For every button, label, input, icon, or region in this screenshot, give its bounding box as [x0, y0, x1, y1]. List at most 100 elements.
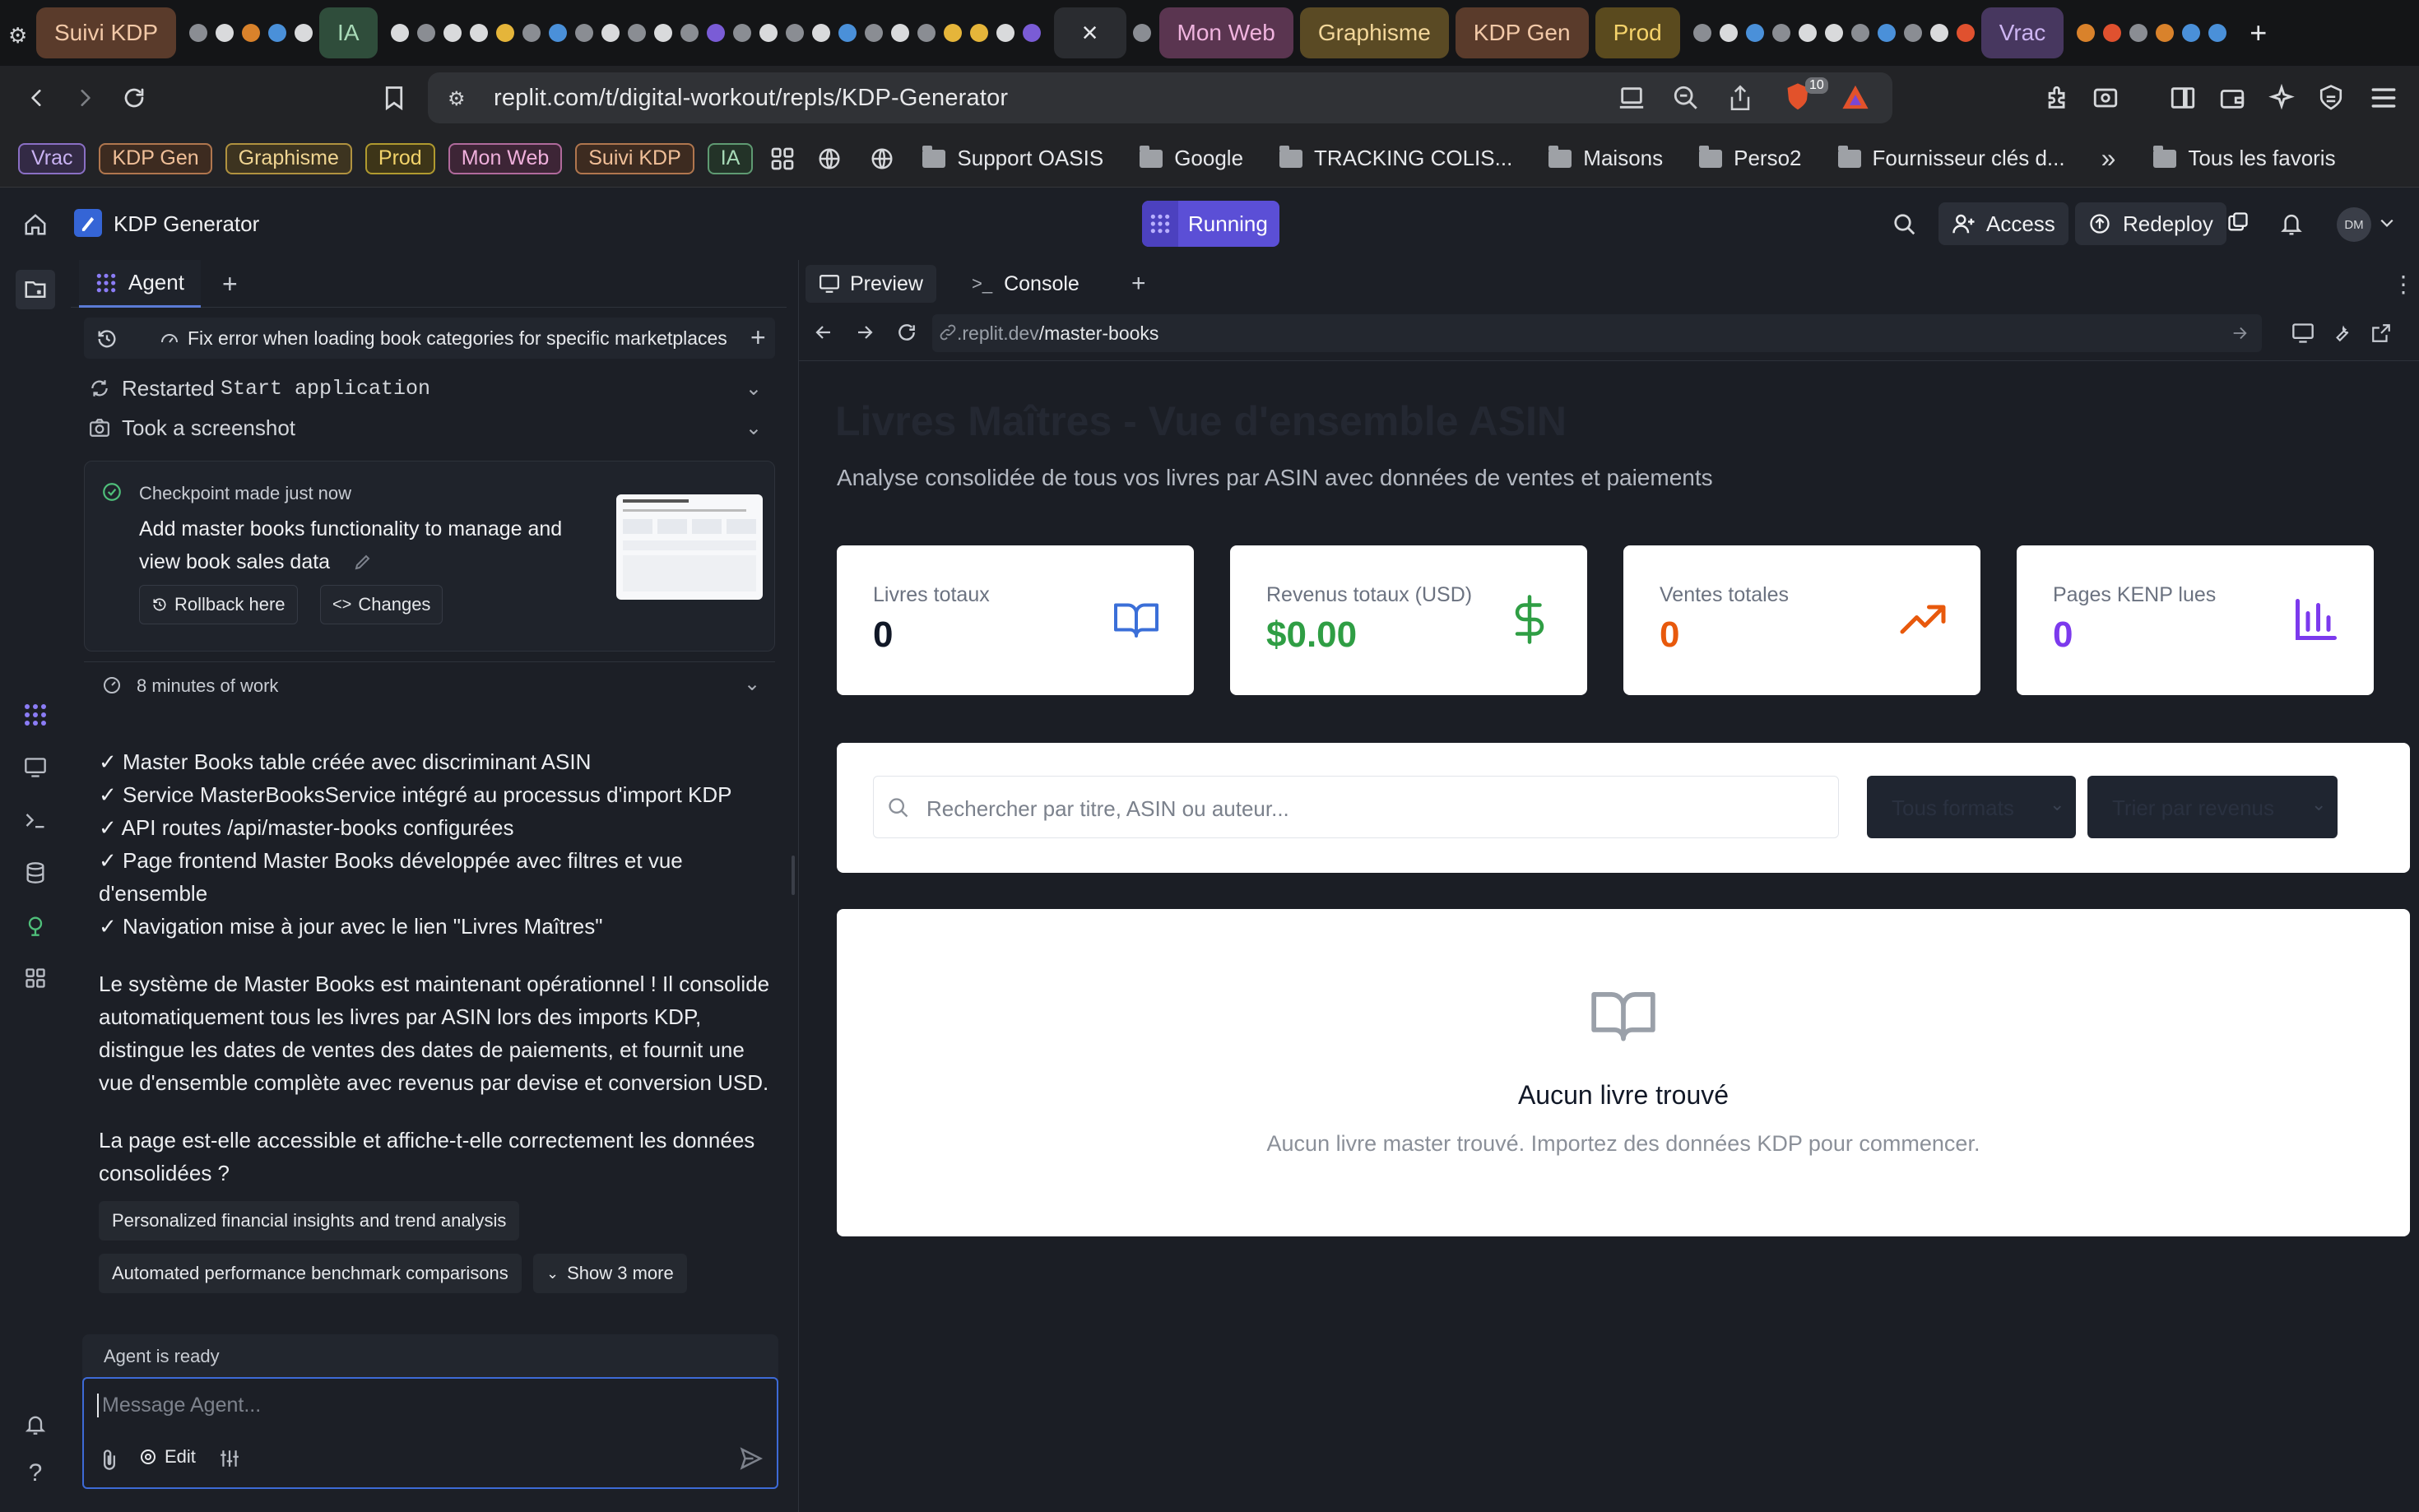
tab-favicon-icon[interactable] — [890, 24, 909, 42]
agent-icon[interactable] — [20, 699, 51, 730]
forward-icon[interactable] — [66, 79, 104, 117]
address-bar[interactable]: ⚙ replit.com/t/digital-workout/repls/KDP… — [428, 72, 1892, 123]
home-icon[interactable] — [23, 212, 48, 237]
bookmark-group-kdp-gen[interactable]: KDP Gen — [99, 142, 212, 174]
bookmark-folder[interactable]: Perso2 — [1699, 145, 1802, 171]
suggestion-chip[interactable]: Personalized financial insights and tren… — [99, 1201, 520, 1241]
tab-favicon-icon[interactable] — [732, 24, 751, 42]
tab-group-graphisme[interactable]: Graphisme — [1299, 7, 1449, 58]
tab-group-kdp-gen[interactable]: KDP Gen — [1455, 7, 1589, 58]
tab-favicon-icon[interactable] — [1877, 24, 1896, 42]
tab-favicon-icon[interactable] — [1132, 24, 1151, 42]
chevron-down-icon[interactable]: ⌄ — [744, 672, 760, 696]
tab-favicon-icon[interactable] — [390, 24, 409, 42]
wallet-icon[interactable] — [2213, 79, 2251, 117]
tab-favicon-icon[interactable] — [1692, 24, 1711, 42]
bookmark-folder[interactable]: Maisons — [1548, 145, 1663, 171]
menu-icon[interactable] — [2365, 79, 2403, 117]
sort-filter-select[interactable]: Trier par revenus ⌄ — [2087, 776, 2338, 838]
apps-grid-icon[interactable] — [769, 146, 796, 172]
tab-favicon-icon[interactable] — [1798, 24, 1817, 42]
chevron-down-icon[interactable]: ⌄ — [745, 416, 762, 440]
bookmark-group-mon-web[interactable]: Mon Web — [448, 142, 563, 174]
add-tab-button[interactable]: + — [1118, 265, 1159, 303]
globe-icon[interactable] — [817, 146, 842, 171]
tab-group-ia[interactable]: IA — [319, 7, 378, 58]
bookmark-group-ia[interactable]: IA — [707, 142, 754, 174]
tab-favicon-icon[interactable] — [601, 24, 620, 42]
send-icon[interactable] — [739, 1446, 764, 1471]
run-status-button[interactable]: Running — [1142, 201, 1279, 247]
go-arrow-icon[interactable] — [2231, 324, 2249, 342]
tab-group-mon-web[interactable]: Mon Web — [1158, 7, 1293, 58]
deployment-window-icon[interactable] — [2226, 211, 2250, 234]
close-tab-button[interactable]: × — [1053, 7, 1126, 58]
tab-group-suivi-kdp[interactable]: Suivi KDP — [36, 7, 177, 58]
tab-favicon-icon[interactable] — [864, 24, 883, 42]
tab-favicon-icon[interactable] — [574, 24, 593, 42]
close-icon[interactable]: × — [1082, 17, 1098, 49]
more-bookmarks-button[interactable]: » — [2101, 143, 2116, 174]
all-tools-icon[interactable] — [20, 962, 51, 994]
tab-favicon-icon[interactable] — [627, 24, 646, 42]
reload-icon[interactable] — [115, 79, 153, 117]
project-icon[interactable] — [74, 209, 102, 237]
alerts-icon[interactable] — [20, 1408, 51, 1440]
bookmark-folder[interactable]: Support OASIS — [922, 145, 1103, 171]
redeploy-button[interactable]: Redeploy — [2075, 202, 2226, 245]
tab-favicon-icon[interactable] — [838, 24, 857, 42]
chevron-down-icon[interactable]: ⌄ — [745, 377, 762, 401]
search-icon[interactable] — [1892, 212, 1917, 237]
share-icon[interactable] — [1728, 84, 1753, 112]
tab-favicon-icon[interactable] — [2182, 24, 2201, 42]
bookmark-group-graphisme[interactable]: Graphisme — [225, 142, 352, 174]
tab-favicon-icon[interactable] — [469, 24, 488, 42]
tab-favicon-icon[interactable] — [811, 24, 830, 42]
back-icon[interactable] — [814, 322, 833, 342]
preview-icon[interactable] — [20, 752, 51, 783]
brave-rewards-icon[interactable] — [1841, 84, 1869, 110]
reload-icon[interactable] — [896, 322, 917, 343]
tab-favicon-icon[interactable] — [943, 24, 962, 42]
bookmark-folder[interactable]: Fournisseur clés d... — [1837, 145, 2065, 171]
console-icon[interactable] — [20, 805, 51, 836]
suggestion-chip[interactable]: Automated performance benchmark comparis… — [99, 1254, 522, 1293]
tab-favicon-icon[interactable] — [785, 24, 804, 42]
chevron-down-icon[interactable] — [2380, 217, 2394, 229]
tab-favicon-icon[interactable] — [495, 24, 514, 42]
tab-favicon-icon[interactable] — [216, 24, 234, 42]
avatar[interactable]: DM — [2337, 207, 2371, 242]
bookmark-page-icon[interactable] — [375, 79, 413, 117]
edit-mode-button[interactable]: Edit — [138, 1446, 196, 1468]
tab-favicon-icon[interactable] — [242, 24, 261, 42]
tab-favicon-icon[interactable] — [1022, 24, 1041, 42]
tab-favicons[interactable] — [1692, 24, 1975, 42]
activity-restarted[interactable]: Restarted Start application ⌄ — [89, 370, 772, 406]
vpn-shield-icon[interactable] — [2312, 79, 2350, 117]
tab-favicons[interactable] — [390, 24, 1041, 42]
settings-sliders-icon[interactable] — [219, 1448, 240, 1469]
tab-favicon-icon[interactable] — [1719, 24, 1738, 42]
open-new-tab-icon[interactable] — [2370, 322, 2392, 344]
tab-favicon-icon[interactable] — [996, 24, 1014, 42]
tab-favicon-icon[interactable] — [2208, 24, 2227, 42]
tab-favicon-icon[interactable] — [2129, 24, 2148, 42]
tab-favicon-icon[interactable] — [1771, 24, 1790, 42]
work-duration-row[interactable]: 8 minutes of work ⌄ — [84, 661, 775, 707]
tab-favicon-icon[interactable] — [2156, 24, 2175, 42]
tab-favicon-icon[interactable] — [969, 24, 988, 42]
new-task-button[interactable]: + — [750, 322, 766, 353]
search-input-box[interactable]: Rechercher par titre, ASIN ou auteur... — [873, 776, 1839, 838]
notifications-icon[interactable] — [2279, 211, 2304, 237]
site-info-icon[interactable]: ⚙ — [448, 87, 466, 111]
tab-favicon-icon[interactable] — [1745, 24, 1764, 42]
all-bookmarks-folder[interactable]: Tous les favoris — [2153, 145, 2336, 171]
sidebar-toggle-icon[interactable] — [2164, 79, 2202, 117]
back-icon[interactable] — [18, 79, 56, 117]
access-button[interactable]: Access — [1938, 202, 2068, 245]
format-filter-select[interactable]: Tous formats ⌄ — [1867, 776, 2076, 838]
tab-favicon-icon[interactable] — [295, 24, 313, 42]
search-input[interactable]: Rechercher par titre, ASIN ou auteur... — [926, 796, 1289, 822]
tab-favicons[interactable] — [189, 24, 313, 42]
database-icon[interactable] — [20, 857, 51, 888]
